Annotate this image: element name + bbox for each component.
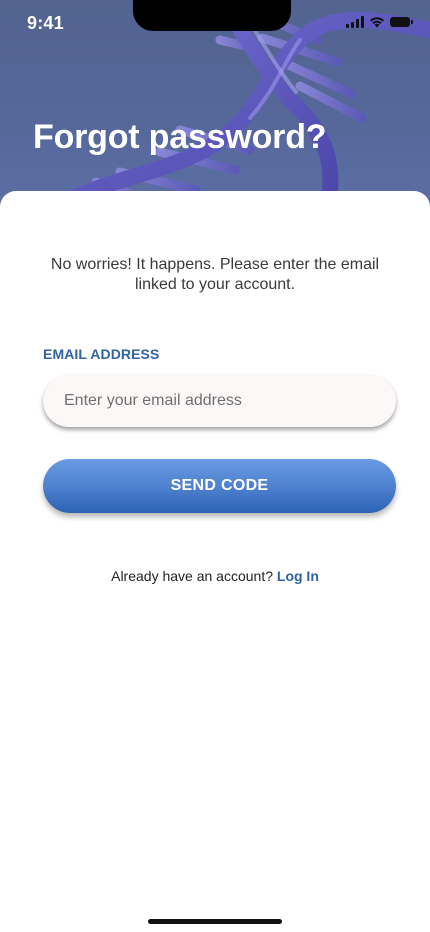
device-notch (133, 0, 291, 31)
send-code-button[interactable]: SEND CODE (43, 459, 396, 513)
status-icons (346, 16, 413, 28)
form-sheet: No worries! It happens. Please enter the… (0, 191, 430, 932)
home-indicator[interactable] (148, 919, 282, 924)
forgot-password-screen: 9:41 Forgot password? No worries! It hap… (0, 0, 430, 932)
email-field[interactable] (43, 375, 396, 427)
login-prompt-text: Already have an account? (111, 568, 273, 584)
cellular-signal-icon (346, 16, 364, 28)
login-prompt: Already have an account? Log In (0, 568, 430, 584)
page-title: Forgot password? (33, 118, 327, 156)
status-time: 9:41 (27, 13, 64, 33)
status-bar: 9:41 (0, 0, 430, 48)
wifi-icon (370, 17, 384, 28)
email-label: EMAIL ADDRESS (43, 346, 160, 362)
instruction-text: No worries! It happens. Please enter the… (50, 256, 380, 293)
battery-icon (390, 17, 413, 27)
login-link[interactable]: Log In (277, 568, 319, 584)
